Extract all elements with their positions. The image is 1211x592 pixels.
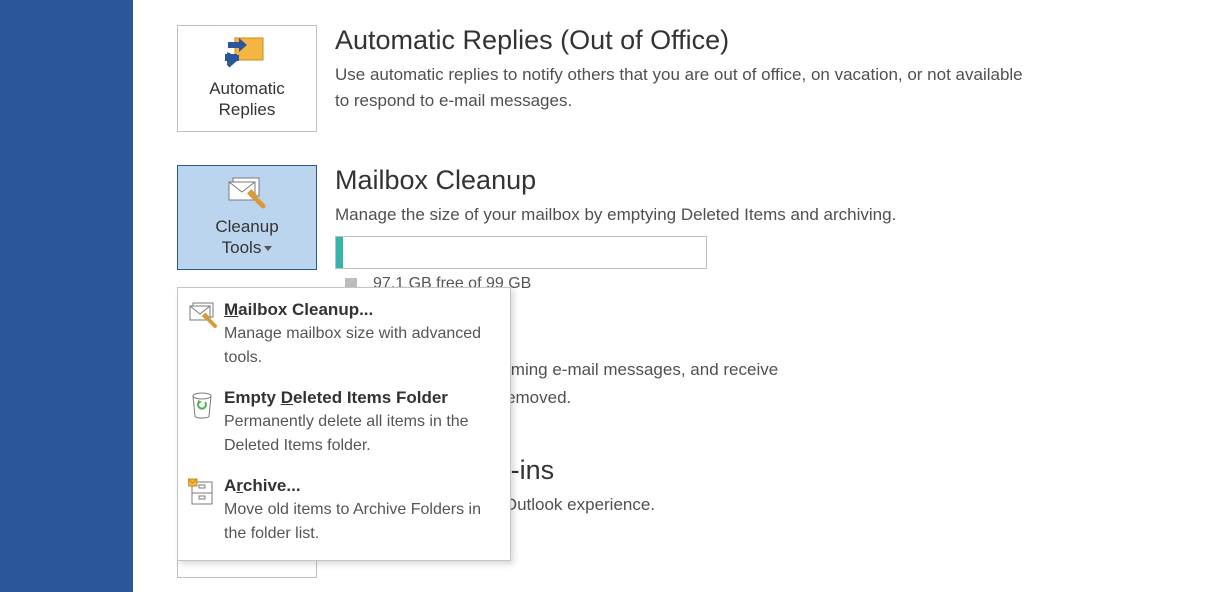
mailbox-cleanup-icon	[188, 302, 220, 335]
automatic-replies-button[interactable]: Automatic Replies	[177, 25, 317, 132]
menu-empty-deleted-desc: Permanently delete all items in the Dele…	[224, 410, 496, 458]
cleanup-tools-label: Cleanup Tools	[215, 216, 278, 259]
automatic-replies-label: Automatic Replies	[209, 78, 285, 121]
menu-mailbox-cleanup[interactable]: Mailbox Cleanup... Manage mailbox size w…	[178, 292, 510, 380]
menu-archive[interactable]: Archive... Move old items to Archive Fol…	[178, 468, 510, 556]
archive-icon	[188, 478, 220, 513]
automatic-replies-icon	[225, 36, 269, 72]
menu-mailbox-cleanup-desc: Manage mailbox size with advanced tools.	[224, 322, 496, 370]
menu-archive-title: Archive...	[224, 476, 496, 496]
addins-tile-border-fragment	[177, 558, 317, 578]
mailbox-quota-fill	[336, 237, 343, 268]
cleanup-tools-button[interactable]: Cleanup Tools	[177, 165, 317, 270]
mailbox-cleanup-desc: Manage the size of your mailbox by empty…	[335, 202, 1035, 228]
menu-empty-deleted-title: Empty Deleted Items Folder	[224, 388, 496, 408]
automatic-replies-desc: Use automatic replies to notify others t…	[335, 62, 1035, 113]
section-automatic-replies: Automatic Replies Automatic Replies (Out…	[177, 25, 1181, 132]
automatic-replies-title: Automatic Replies (Out of Office)	[335, 25, 1181, 56]
cleanup-tools-dropdown: Mailbox Cleanup... Manage mailbox size w…	[177, 287, 511, 561]
chevron-down-icon	[264, 246, 272, 251]
recycle-bin-icon	[188, 390, 220, 425]
backstage-sidebar	[0, 0, 133, 592]
menu-empty-deleted-items[interactable]: Empty Deleted Items Folder Permanently d…	[178, 380, 510, 468]
menu-mailbox-cleanup-title: Mailbox Cleanup...	[224, 300, 496, 320]
mailbox-quota-bar	[335, 236, 707, 269]
menu-archive-desc: Move old items to Archive Folders in the…	[224, 498, 496, 546]
section-mailbox-cleanup: Cleanup Tools Mailbox Cleanup Manage the…	[177, 165, 1181, 293]
cleanup-tools-icon	[225, 176, 269, 210]
mailbox-cleanup-title: Mailbox Cleanup	[335, 165, 1181, 196]
